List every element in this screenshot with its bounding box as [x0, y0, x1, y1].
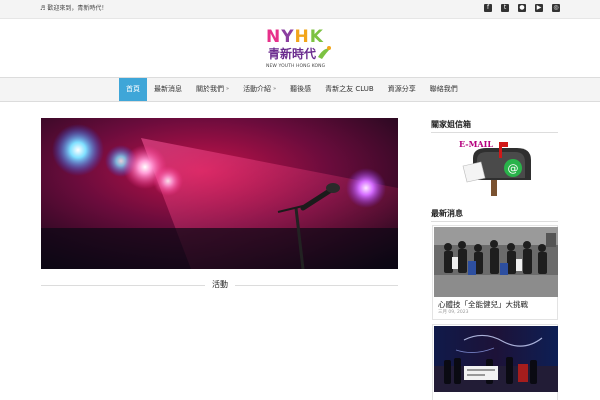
mailbox-widget-title: 關家姐信箱	[431, 120, 471, 129]
chevron-down-icon: »	[226, 86, 230, 92]
news-card-image	[434, 326, 558, 392]
email-label: E-MAIL	[459, 139, 493, 149]
nav-item-about-us[interactable]: 關於我們»	[189, 78, 236, 101]
nav-item-friends-club[interactable]: 青新之友 CLUB	[318, 78, 381, 101]
social-links: f t ● ▶ ◎	[484, 4, 560, 12]
svg-text:@: @	[508, 162, 519, 175]
youtube-icon[interactable]: ▶	[535, 4, 543, 12]
news-card[interactable]	[432, 324, 558, 400]
logo-english-name: NEW YOUTH HONG KONG	[266, 64, 326, 69]
hero-caption: 活動	[205, 279, 235, 291]
stage-lights-image	[41, 118, 398, 269]
top-bar: ♬ 歡迎來到，青新時代！ f t ● ▶ ◎	[0, 0, 600, 19]
group-photo-image	[434, 227, 558, 297]
logo-chinese-name: 青新時代	[268, 47, 317, 61]
nav-item-activities[interactable]: 活動介紹»	[236, 78, 283, 101]
event-stage-photo-image	[434, 326, 558, 392]
instagram-icon[interactable]: ◎	[552, 4, 560, 12]
news-card-title[interactable]: 心體技「全能健兒」大挑戰	[438, 300, 528, 309]
twitter-icon[interactable]: t	[501, 4, 509, 12]
logo-letter-n: N	[266, 27, 281, 47]
music-note-icon: ♬	[40, 5, 46, 12]
news-card-image	[434, 227, 558, 297]
nav-item-home[interactable]: 首頁	[119, 78, 147, 101]
facebook-icon[interactable]: f	[484, 4, 492, 12]
site-logo[interactable]: N Y H K 青新時代 NEW YOUTH HONG KONG	[266, 27, 336, 73]
logo-letter-y: Y	[281, 27, 294, 47]
nav-item-latest-news[interactable]: 最新消息	[147, 78, 189, 101]
mailbox-title-rule	[431, 132, 558, 133]
logo-letters: N Y H K	[266, 27, 323, 47]
nav-item-resources[interactable]: 資源分享	[381, 78, 423, 101]
news-card[interactable]: 心體技「全能健兒」大挑戰 三月 09, 2023	[432, 225, 558, 320]
flickr-icon[interactable]: ●	[518, 4, 526, 12]
chevron-down-icon: »	[273, 86, 277, 92]
news-card-date: 三月 09, 2023	[438, 310, 469, 315]
main-navigation: 首頁 最新消息 關於我們» 活動介紹» 聽後感 青新之友 CLUB 資源分享 聯…	[0, 77, 600, 102]
welcome-text: ♬ 歡迎來到，青新時代！	[40, 5, 108, 12]
nav-item-contact-us[interactable]: 聯絡我們	[423, 78, 465, 101]
news-title-rule	[431, 221, 558, 222]
logo-letter-h: H	[294, 27, 309, 47]
site-header: N Y H K 青新時代 NEW YOUTH HONG KONG	[0, 19, 600, 77]
nav-item-reflections[interactable]: 聽後感	[283, 78, 318, 101]
news-widget-title: 最新消息	[431, 209, 463, 218]
logo-letter-k: K	[309, 27, 323, 47]
hero-image[interactable]	[41, 118, 398, 269]
logo-swoosh-icon	[318, 46, 331, 59]
